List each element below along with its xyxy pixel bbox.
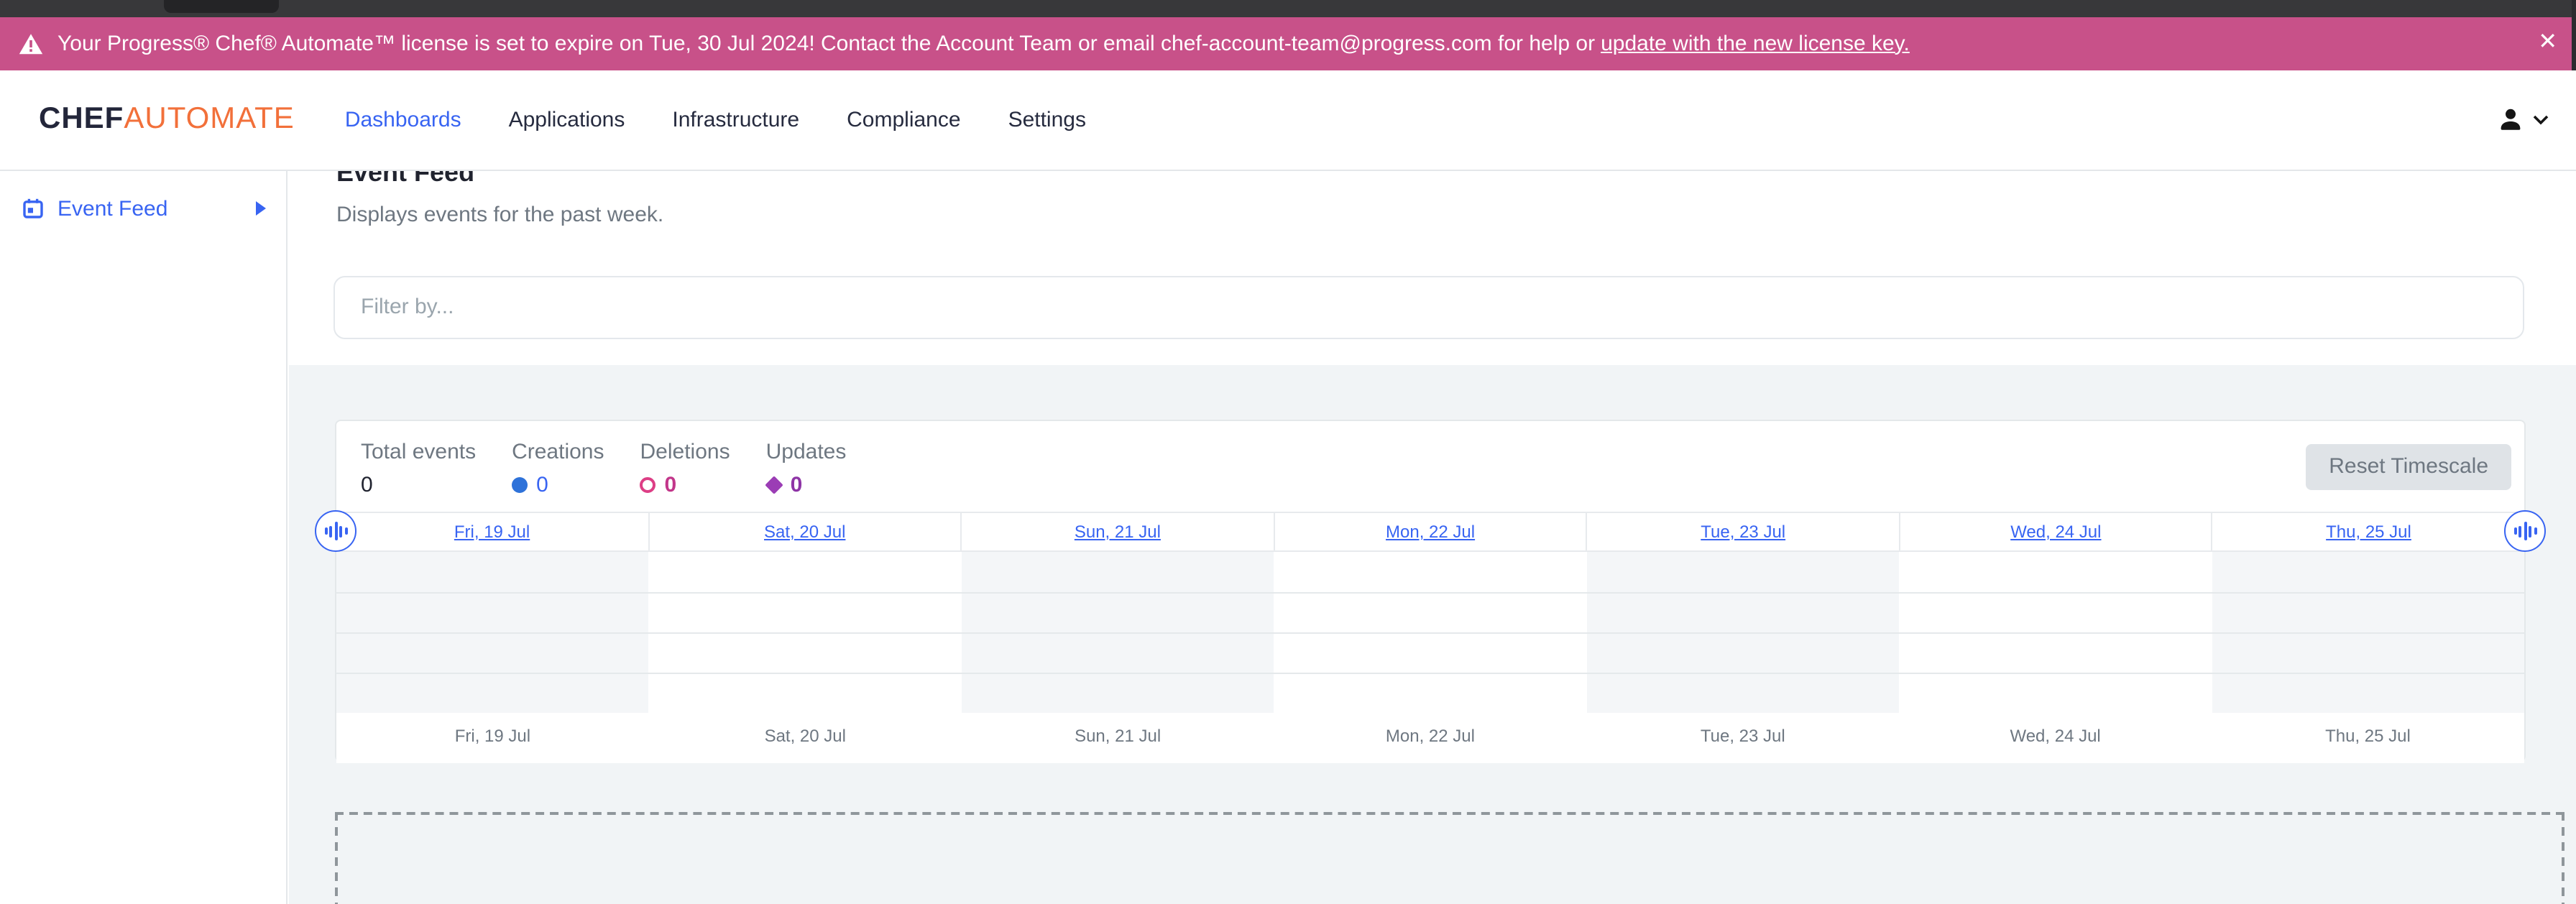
reset-timescale-button[interactable]: Reset Timescale bbox=[2306, 443, 2511, 489]
day-link[interactable]: Wed, 24 Jul bbox=[2010, 522, 2101, 542]
waveform-icon bbox=[2534, 527, 2536, 535]
stat-label: Creations bbox=[512, 439, 604, 463]
page-title: Event Feed bbox=[336, 171, 474, 188]
day-header-cell: Fri, 19 Jul bbox=[336, 513, 648, 550]
page-description: Displays events for the past week. bbox=[336, 203, 663, 227]
person-icon bbox=[2498, 109, 2523, 132]
stat-creations: Creations 0 bbox=[512, 439, 604, 497]
day-header-cell: Mon, 22 Jul bbox=[1273, 513, 1586, 550]
page-header-section: Event Feed Displays events for the past … bbox=[289, 171, 2576, 365]
right-timescale-handle[interactable] bbox=[2504, 510, 2546, 552]
nav-compliance[interactable]: Compliance bbox=[847, 108, 960, 132]
chef-automate-logo[interactable]: CHEFAUTOMATE bbox=[39, 103, 295, 137]
day-link[interactable]: Tue, 23 Jul bbox=[1701, 522, 1785, 542]
waveform-icon bbox=[344, 527, 347, 535]
sidebar-item-event-feed[interactable]: Event Feed bbox=[0, 190, 286, 227]
event-feed-body: Total events 0 Creations 0 Deletions 0 U… bbox=[289, 365, 2576, 904]
grid-row-line bbox=[336, 672, 2524, 673]
day-footer-label: Fri, 19 Jul bbox=[336, 712, 649, 763]
license-update-link[interactable]: update with the new license key. bbox=[1601, 32, 1910, 56]
day-link[interactable]: Sun, 21 Jul bbox=[1075, 522, 1161, 542]
day-header-cell: Thu, 25 Jul bbox=[2212, 513, 2524, 550]
grid-row-line bbox=[336, 632, 2524, 633]
day-header-cell: Wed, 24 Jul bbox=[1899, 513, 2212, 550]
waveform-icon bbox=[2518, 525, 2521, 537]
stat-value: 0 bbox=[791, 472, 803, 497]
nav-applications[interactable]: Applications bbox=[509, 108, 625, 132]
day-header-cell: Sat, 20 Jul bbox=[648, 513, 960, 550]
chef-automate-app: Your Progress® Chef® Automate™ license i… bbox=[0, 0, 2576, 904]
calendar-icon bbox=[23, 198, 43, 218]
stat-label: Deletions bbox=[640, 439, 730, 463]
browser-chrome-strip bbox=[0, 0, 2576, 17]
banner-close-icon[interactable]: ✕ bbox=[2538, 32, 2557, 55]
event-timeline-card: Total events 0 Creations 0 Deletions 0 U… bbox=[335, 419, 2526, 762]
waveform-icon bbox=[339, 525, 342, 537]
sidebar: Event Feed bbox=[0, 171, 288, 904]
day-header-cell: Sun, 21 Jul bbox=[960, 513, 1273, 550]
day-link[interactable]: Mon, 22 Jul bbox=[1386, 522, 1475, 542]
day-footer-label: Sun, 21 Jul bbox=[962, 712, 1274, 763]
chevron-down-icon bbox=[2533, 115, 2549, 125]
deletion-ring-icon bbox=[640, 476, 656, 492]
waveform-icon bbox=[2524, 522, 2526, 540]
day-footer-label: Sat, 20 Jul bbox=[649, 712, 962, 763]
day-link[interactable]: Fri, 19 Jul bbox=[454, 522, 530, 542]
nav-settings[interactable]: Settings bbox=[1008, 108, 1086, 132]
main-content: Event Feed Displays events for the past … bbox=[289, 171, 2576, 904]
browser-tab bbox=[164, 0, 279, 13]
main-nav: Dashboards Applications Infrastructure C… bbox=[345, 108, 1086, 132]
day-header-cell: Tue, 23 Jul bbox=[1586, 513, 1899, 550]
nav-dashboards[interactable]: Dashboards bbox=[345, 108, 461, 132]
timeline-header: Fri, 19 Jul Sat, 20 Jul Sun, 21 Jul Mon,… bbox=[336, 512, 2524, 551]
app-header: CHEFAUTOMATE Dashboards Applications Inf… bbox=[0, 70, 2576, 171]
filter-input[interactable] bbox=[334, 276, 2524, 338]
timeline-footer: Fri, 19 Jul Sat, 20 Jul Sun, 21 Jul Mon,… bbox=[336, 712, 2524, 763]
waveform-icon bbox=[329, 525, 332, 537]
waveform-icon bbox=[2529, 525, 2531, 537]
license-message: Your Progress® Chef® Automate™ license i… bbox=[58, 32, 1595, 56]
day-footer-label: Wed, 24 Jul bbox=[1899, 712, 2212, 763]
window-edge bbox=[2572, 0, 2576, 70]
update-diamond-icon bbox=[765, 475, 783, 493]
logo-automate: AUTOMATE bbox=[124, 103, 294, 136]
grid-row-line bbox=[336, 591, 2524, 593]
day-footer-label: Tue, 23 Jul bbox=[1586, 712, 1899, 763]
stat-label: Updates bbox=[766, 439, 847, 463]
stat-label: Total events bbox=[361, 439, 476, 463]
warning-triangle-icon bbox=[19, 33, 43, 55]
timeline-grid bbox=[336, 551, 2524, 712]
waveform-icon bbox=[334, 522, 337, 540]
stat-total-events: Total events 0 bbox=[361, 439, 476, 497]
license-banner: Your Progress® Chef® Automate™ license i… bbox=[0, 17, 2576, 70]
timeline: Fri, 19 Jul Sat, 20 Jul Sun, 21 Jul Mon,… bbox=[336, 512, 2524, 763]
stats-row: Total events 0 Creations 0 Deletions 0 U… bbox=[361, 439, 882, 497]
waveform-icon bbox=[324, 527, 327, 535]
left-timescale-handle[interactable] bbox=[315, 510, 356, 552]
day-footer-label: Thu, 25 Jul bbox=[2212, 712, 2524, 763]
logo-chef: CHEF bbox=[39, 103, 124, 136]
creation-dot-icon bbox=[512, 476, 528, 492]
day-link[interactable]: Thu, 25 Jul bbox=[2326, 522, 2411, 542]
stat-value: 0 bbox=[665, 472, 677, 497]
day-footer-label: Mon, 22 Jul bbox=[1274, 712, 1587, 763]
empty-events-placeholder bbox=[335, 812, 2564, 904]
chevron-right-icon bbox=[256, 201, 266, 216]
sidebar-item-label: Event Feed bbox=[58, 196, 167, 221]
stat-deletions: Deletions 0 bbox=[640, 439, 730, 497]
stat-value: 0 bbox=[361, 472, 373, 497]
stat-value: 0 bbox=[536, 472, 548, 497]
day-link[interactable]: Sat, 20 Jul bbox=[764, 522, 845, 542]
user-menu[interactable] bbox=[2498, 109, 2549, 132]
stat-updates: Updates 0 bbox=[766, 439, 847, 497]
waveform-icon bbox=[2513, 527, 2516, 535]
nav-infrastructure[interactable]: Infrastructure bbox=[672, 108, 799, 132]
